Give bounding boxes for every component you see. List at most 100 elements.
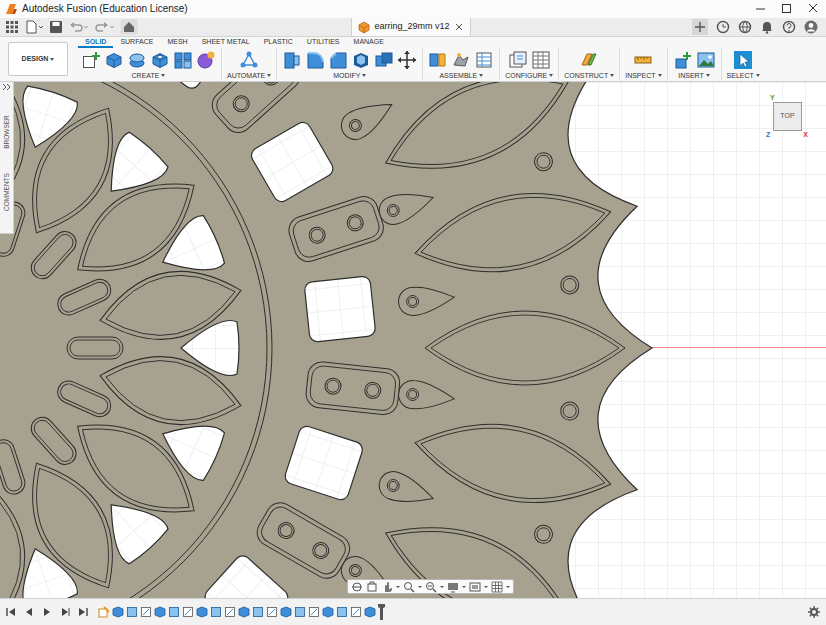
view-cube-face[interactable]: TOP <box>773 102 802 131</box>
fit-icon[interactable] <box>425 581 437 593</box>
visual-style-icon[interactable] <box>469 581 481 593</box>
ribbon-tab[interactable]: SURFACE <box>113 37 160 48</box>
revolve-tool-icon[interactable] <box>127 50 147 70</box>
fillet-tool-icon[interactable] <box>305 50 325 70</box>
feature-icon[interactable] <box>252 606 264 618</box>
new-tab-icon[interactable] <box>692 19 708 35</box>
feature-icon[interactable] <box>308 606 320 618</box>
ribbon-tab[interactable]: PLASTIC <box>257 37 300 48</box>
ribbon-tab[interactable]: UTILITIES <box>300 37 347 48</box>
feature-icon[interactable] <box>280 606 292 618</box>
next-step-icon[interactable] <box>60 607 70 617</box>
maximize-icon[interactable] <box>774 0 800 18</box>
measure-tool-icon[interactable] <box>633 50 653 70</box>
select-tool-icon[interactable] <box>733 50 753 70</box>
asbuilt-tool-icon[interactable] <box>451 50 471 70</box>
tool-group-menu[interactable]: CREATE <box>132 71 166 80</box>
tool-group-menu[interactable]: INSERT <box>678 71 710 80</box>
ribbon-tab[interactable]: MESH <box>160 37 194 48</box>
side-tab-label[interactable]: BROWSER <box>2 115 12 149</box>
tool-group-menu[interactable]: CONSTRUCT <box>564 71 614 80</box>
display-settings-icon[interactable] <box>447 581 459 593</box>
feature-icon[interactable] <box>266 606 278 618</box>
feature-icon[interactable] <box>294 606 306 618</box>
feature-icon[interactable] <box>126 606 138 618</box>
dropdown-caret-icon[interactable] <box>549 74 553 77</box>
side-tab[interactable]: BROWSER <box>0 102 14 162</box>
ribbon-tab[interactable]: SHEET METAL <box>195 37 257 48</box>
home-icon[interactable] <box>120 19 138 35</box>
feature-icon[interactable] <box>140 606 152 618</box>
previous-step-icon[interactable] <box>24 607 34 617</box>
feature-icon[interactable] <box>336 606 348 618</box>
close-tab-icon[interactable] <box>454 22 464 32</box>
file-icon[interactable] <box>24 19 44 35</box>
feature-icon[interactable] <box>182 606 194 618</box>
tool-group-menu[interactable]: MODIFY <box>333 71 366 80</box>
joint-tool-icon[interactable] <box>428 50 448 70</box>
save-icon[interactable] <box>48 19 64 35</box>
close-icon[interactable] <box>800 0 826 18</box>
user-avatar-icon[interactable] <box>804 20 818 34</box>
dropdown-caret-icon[interactable] <box>161 74 165 77</box>
feature-icon[interactable] <box>168 606 180 618</box>
timeline-settings-icon[interactable] <box>808 606 820 618</box>
feature-icon[interactable] <box>322 606 334 618</box>
tool-group-menu[interactable]: SELECT <box>727 71 760 80</box>
look-at-icon[interactable] <box>366 581 378 593</box>
tool-group-label[interactable]: ASSEMBLE <box>439 71 477 80</box>
menu-caret-icon[interactable] <box>462 584 466 590</box>
extrude-tool-icon[interactable] <box>104 50 124 70</box>
minimize-icon[interactable] <box>748 0 774 18</box>
feature-icon[interactable] <box>238 606 250 618</box>
feature-icon[interactable] <box>364 606 376 618</box>
document-tab[interactable]: earring_29mm v12 <box>351 18 470 36</box>
form-tool-icon[interactable] <box>196 50 216 70</box>
chamfer-tool-icon[interactable] <box>328 50 348 70</box>
zoom-icon[interactable] <box>403 581 415 593</box>
pan-icon[interactable] <box>381 581 393 593</box>
sketch-tool-icon[interactable] <box>81 50 101 70</box>
dropdown-caret-icon[interactable] <box>267 74 271 77</box>
feature-icon[interactable] <box>196 606 208 618</box>
tool-group-menu[interactable]: INSPECT <box>625 71 661 80</box>
dropdown-caret-icon[interactable] <box>362 74 366 77</box>
tool-group-menu[interactable]: ASSEMBLE <box>439 71 483 80</box>
plane-tool-icon[interactable] <box>579 50 599 70</box>
grid-settings-icon[interactable] <box>491 581 503 593</box>
first-step-icon[interactable] <box>6 607 16 617</box>
tool-group-label[interactable]: CREATE <box>132 71 160 80</box>
presspull-tool-icon[interactable] <box>282 50 302 70</box>
dropdown-caret-icon[interactable] <box>706 74 710 77</box>
dropdown-caret-icon[interactable] <box>479 74 483 77</box>
extensions-icon[interactable] <box>738 20 752 34</box>
table-tool-icon[interactable] <box>474 50 494 70</box>
side-tab-label[interactable]: COMMENTS <box>2 173 12 211</box>
move-tool-icon[interactable] <box>397 50 417 70</box>
table2-tool-icon[interactable] <box>531 50 551 70</box>
play-icon[interactable] <box>42 607 52 617</box>
image-tool-icon[interactable] <box>696 50 716 70</box>
orbit-icon[interactable] <box>351 581 363 593</box>
sketch-feature-icon[interactable] <box>98 606 110 618</box>
tool-group-label[interactable]: INSPECT <box>625 71 655 80</box>
menu-caret-icon[interactable] <box>418 584 422 590</box>
ribbon-tab[interactable]: MANAGE <box>347 37 391 48</box>
job-status-icon[interactable] <box>716 20 730 34</box>
tool-group-menu[interactable]: AUTOMATE <box>227 71 271 80</box>
config-tool-icon[interactable] <box>508 50 528 70</box>
notifications-icon[interactable] <box>760 20 774 34</box>
apps-grid-icon[interactable] <box>4 19 20 35</box>
expand-panel-icon[interactable] <box>1 82 12 92</box>
workspace-switcher[interactable]: DESIGN <box>8 42 68 76</box>
tool-group-menu[interactable]: CONFIGURE <box>505 71 553 80</box>
help-icon[interactable] <box>782 20 796 34</box>
feature-icon[interactable] <box>224 606 236 618</box>
ribbon-tab[interactable]: SOLID <box>78 37 113 48</box>
insert-tool-icon[interactable] <box>673 50 693 70</box>
feature-icon[interactable] <box>350 606 362 618</box>
undo-icon[interactable] <box>68 19 90 35</box>
dropdown-caret-icon[interactable] <box>756 74 760 77</box>
combine-tool-icon[interactable] <box>374 50 394 70</box>
tool-group-label[interactable]: MODIFY <box>333 71 360 80</box>
